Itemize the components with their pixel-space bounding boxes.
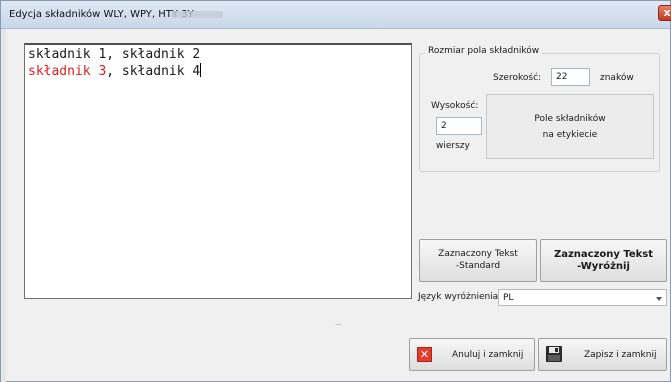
preview-line-2: na etykiecie bbox=[542, 130, 598, 140]
width-unit-label: znaków bbox=[600, 73, 634, 83]
height-unit-label: wierszy bbox=[436, 141, 470, 151]
blurred-title-suffix bbox=[171, 11, 223, 18]
highlight-language-label: Język wyróżnienia bbox=[418, 292, 499, 302]
field-size-group-title: Rozmiar pola składników bbox=[425, 46, 543, 56]
cancel-button-label: Anuluj i zamknij bbox=[452, 350, 524, 360]
dialog-window: Edycja składników WLY, WPY, HTY 3Y x skł… bbox=[0, 0, 671, 382]
text-caret bbox=[200, 63, 202, 77]
height-label: Wysokość: bbox=[431, 101, 479, 111]
preview-line-1: Pole składników bbox=[534, 114, 606, 124]
normal-text: , składnik 4 bbox=[106, 64, 201, 79]
save-button-label: Zapisz i zamknij bbox=[584, 350, 657, 360]
ingredients-text-editor[interactable]: składnik 1, składnik 2 składnik 3, skład… bbox=[24, 43, 412, 299]
highlight-language-select[interactable]: PL bbox=[498, 289, 667, 306]
selected-text-standard-button[interactable]: Zaznaczony Tekst -Standard bbox=[419, 239, 537, 282]
cancel-and-close-button[interactable]: ✕ Anuluj i zamknij bbox=[409, 338, 535, 371]
label-field-preview: Pole składników na etykiecie bbox=[486, 94, 654, 159]
save-disk-icon bbox=[546, 346, 562, 362]
window-title: Edycja składników WLY, WPY, HTY 3Y bbox=[9, 9, 194, 20]
chevron-down-icon bbox=[656, 297, 662, 301]
left-edge-bar bbox=[1, 29, 6, 382]
resize-grip[interactable]: ..... bbox=[335, 319, 342, 327]
highlighted-text: składnik 3 bbox=[28, 64, 107, 79]
editor-line-1: składnik 1, składnik 2 bbox=[28, 47, 201, 62]
save-and-close-button[interactable]: Zapisz i zamknij bbox=[538, 338, 667, 371]
selected-language: PL bbox=[503, 293, 514, 303]
standard-button-line-2: -Standard bbox=[455, 261, 501, 271]
title-bar[interactable]: Edycja składników WLY, WPY, HTY 3Y x bbox=[1, 1, 671, 29]
close-icon: ✕ bbox=[417, 347, 432, 362]
width-label: Szerokość: bbox=[493, 73, 542, 83]
standard-button-line-1: Zaznaczony Tekst bbox=[438, 249, 518, 259]
height-input[interactable]: 2 bbox=[436, 117, 482, 135]
editor-line-2: składnik 3, składnik 4 bbox=[28, 63, 202, 79]
highlight-button-line-2: -Wyróżnij bbox=[577, 261, 630, 272]
width-input[interactable]: 22 bbox=[551, 68, 590, 86]
highlight-button-line-1: Zaznaczony Tekst bbox=[553, 249, 654, 260]
close-button[interactable]: x bbox=[658, 5, 671, 21]
selected-text-highlight-button[interactable]: Zaznaczony Tekst -Wyróżnij bbox=[540, 239, 667, 282]
